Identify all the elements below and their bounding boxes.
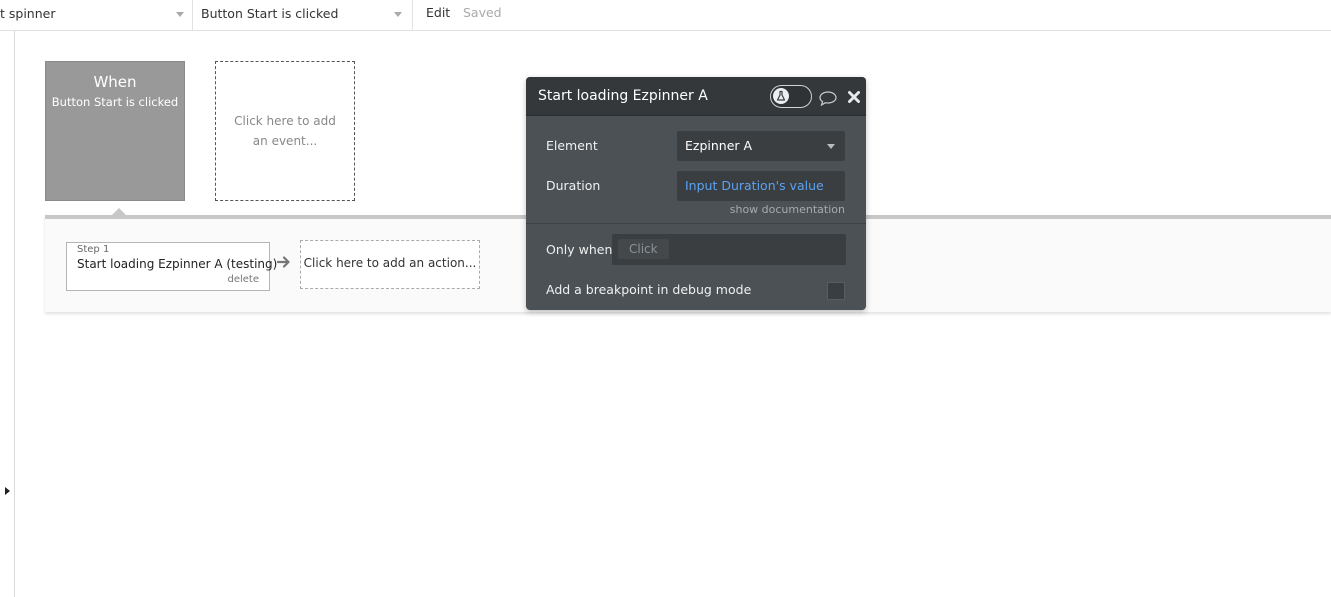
expand-arrow-icon[interactable]	[5, 487, 10, 495]
step-delete-link[interactable]: delete	[227, 274, 259, 285]
chevron-down-icon	[394, 12, 402, 17]
duration-field[interactable]: Input Duration's value	[677, 171, 845, 201]
event-select[interactable]: Button Start is clicked	[193, 0, 413, 30]
comment-icon[interactable]	[819, 90, 837, 106]
add-event-button[interactable]: Click here to add an event...	[215, 61, 355, 201]
only-when-chip[interactable]: Click	[618, 239, 669, 259]
chevron-down-icon	[176, 12, 184, 17]
add-action-button[interactable]: Click here to add an action...	[300, 240, 480, 289]
workflow-step[interactable]: Step 1 Start loading Ezpinner A (testing…	[66, 242, 277, 291]
action-editor-panel: Start loading Ezpinner A Element Ezpinne…	[526, 77, 866, 310]
step-number: Step 1	[77, 244, 110, 255]
arrow-right-icon	[277, 256, 290, 268]
add-action-label: Click here to add an action...	[303, 256, 477, 270]
show-documentation-link[interactable]: show documentation	[730, 203, 845, 216]
duration-label: Duration	[546, 178, 601, 193]
flask-icon	[773, 88, 789, 104]
page-select-label: t spinner	[0, 6, 56, 21]
element-value: Ezpinner A	[685, 138, 753, 153]
event-when-label: When	[93, 73, 137, 91]
top-bar: t spinner Button Start is clicked Edit S…	[0, 0, 1331, 31]
edit-link[interactable]: Edit	[426, 5, 450, 20]
left-rail	[0, 31, 15, 597]
only-when-field[interactable]: Click	[612, 234, 846, 265]
workflow-editor: t spinner Button Start is clicked Edit S…	[0, 0, 1331, 597]
step-title: Start loading Ezpinner A (testing)	[77, 257, 278, 271]
only-when-label: Only when	[546, 242, 613, 257]
event-pointer	[112, 208, 126, 215]
event-trigger: Button Start is clicked	[51, 95, 179, 109]
add-event-label: Click here to add an event...	[234, 114, 336, 148]
page-select[interactable]: t spinner	[0, 0, 193, 30]
panel-divider	[526, 223, 866, 224]
element-label: Element	[546, 138, 598, 153]
panel-title: Start loading Ezpinner A	[538, 88, 708, 104]
breakpoint-label: Add a breakpoint in debug mode	[546, 282, 752, 297]
event-card[interactable]: When Button Start is clicked	[45, 61, 185, 201]
chevron-down-icon	[827, 144, 835, 149]
toggle-icon[interactable]	[770, 85, 812, 108]
close-icon[interactable]	[847, 90, 861, 104]
duration-value: Input Duration's value	[685, 178, 824, 193]
panel-header: Start loading Ezpinner A	[526, 77, 866, 116]
event-select-label: Button Start is clicked	[201, 6, 339, 21]
breakpoint-checkbox[interactable]	[827, 282, 845, 300]
saved-status: Saved	[463, 5, 502, 20]
element-dropdown[interactable]: Ezpinner A	[677, 131, 845, 161]
